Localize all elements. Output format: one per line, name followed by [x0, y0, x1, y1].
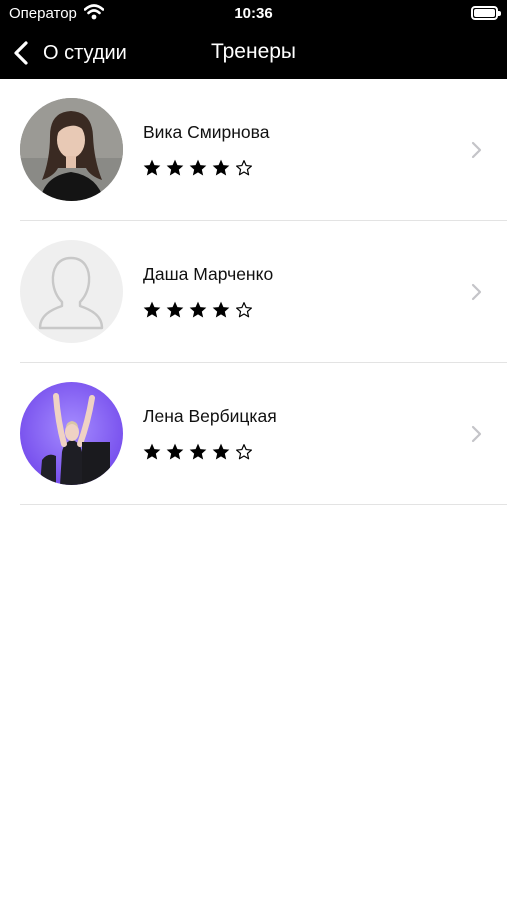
- trainer-name: Лена Вербицкая: [143, 406, 277, 426]
- trainer-row-vika-smirnova[interactable]: Вика Смирнова: [0, 79, 507, 221]
- trainer-row-lena-verbitskaya[interactable]: Лена Вербицкая: [0, 363, 507, 505]
- chevron-right-icon: [471, 283, 482, 301]
- star-filled-icon: [212, 159, 230, 176]
- avatar-placeholder-icon: [20, 240, 123, 343]
- status-bar: Оператор 10:36: [0, 0, 507, 28]
- trainer-name: Вика Смирнова: [143, 122, 270, 142]
- rating-stars: [142, 300, 254, 320]
- rating-stars: [142, 442, 254, 462]
- chevron-right-icon: [471, 141, 482, 159]
- star-filled-icon: [143, 443, 161, 460]
- star-filled-icon: [166, 159, 184, 176]
- navigation-bar: О студии Тренеры: [0, 28, 507, 79]
- trainer-row-dasha-marchenko[interactable]: Даша Марченко: [0, 221, 507, 363]
- avatar-photo: [20, 98, 123, 201]
- star-empty-icon: [236, 444, 252, 460]
- star-empty-icon: [236, 160, 252, 176]
- star-filled-icon: [166, 443, 184, 460]
- trainer-list: Вика Смирнова Даша Марченко Лена Вербицк…: [0, 79, 507, 505]
- page-title: Тренеры: [210, 40, 297, 63]
- rating-stars: [142, 158, 254, 178]
- star-filled-icon: [189, 159, 207, 176]
- row-divider: [20, 504, 507, 505]
- trainer-name: Даша Марченко: [143, 264, 274, 284]
- chevron-right-icon: [471, 425, 482, 443]
- star-filled-icon: [143, 159, 161, 176]
- star-filled-icon: [189, 443, 207, 460]
- battery-icon: [471, 6, 501, 20]
- star-filled-icon: [166, 301, 184, 318]
- star-filled-icon: [212, 301, 230, 318]
- status-time: 10:36: [234, 5, 273, 22]
- header-bar: Оператор 10:36 О студии Тренеры: [0, 0, 507, 79]
- star-filled-icon: [143, 301, 161, 318]
- avatar-photo: [20, 382, 123, 485]
- star-empty-icon: [236, 302, 252, 318]
- trainer-avatar: [20, 98, 123, 201]
- trainer-avatar: [20, 382, 123, 485]
- star-filled-icon: [212, 443, 230, 460]
- trainer-avatar: [20, 240, 123, 343]
- star-filled-icon: [189, 301, 207, 318]
